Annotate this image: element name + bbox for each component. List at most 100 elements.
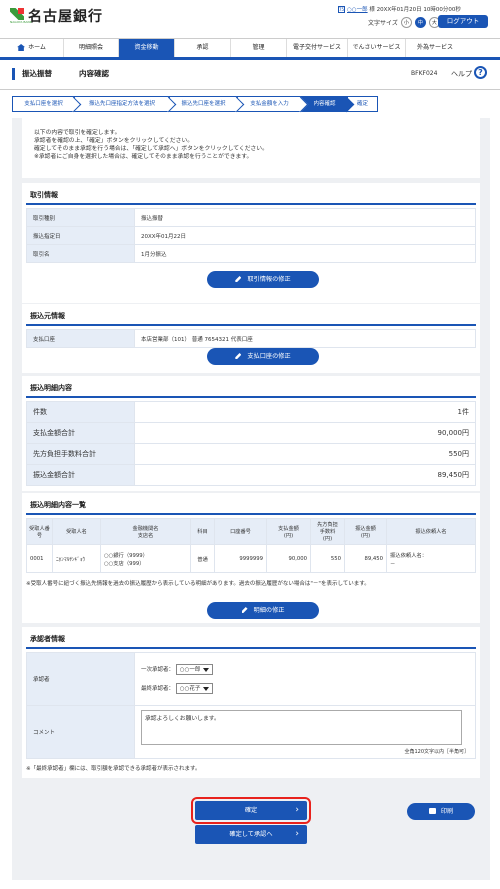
table-row: 0001 ﾆﾎﾝﾏﾙｻﾝｷﾞｮｳ ○○銀行（9999） ○○支店（999） 普通… bbox=[26, 544, 476, 573]
approver-selects: 一次承認者： ○○一郎 最終承認者： ○○花子 bbox=[134, 652, 476, 706]
section-heading: 承認者情報 bbox=[26, 627, 476, 649]
final-approver-label: 最終承認者： bbox=[141, 686, 175, 692]
table-row: 取引名 1月分振込 bbox=[26, 244, 476, 263]
font-size-small-button[interactable]: 小 bbox=[400, 17, 412, 28]
cell-recipient-no: 0001 bbox=[26, 544, 53, 573]
page-title: 振込振替 bbox=[22, 69, 52, 78]
button-label: 印刷 bbox=[440, 808, 454, 815]
table-row: 件数 1件 bbox=[26, 401, 476, 423]
logout-button[interactable]: ログアウト bbox=[438, 15, 488, 28]
section-heading: 取引情報 bbox=[26, 183, 476, 205]
list-note: ※受取人番号に紐づく振込先情報を過去の振込履歴から表示している明細があります。過… bbox=[26, 581, 370, 587]
approver-section: 承認者情報 承認者 一次承認者： ○○一郎 最終承認者： ○○花子 コメント 承… bbox=[22, 627, 480, 778]
table-row: 取引種別 振込振替 bbox=[26, 208, 476, 227]
main-content: 以下の内容で取引を確定します。 承認者を確認の上、「確定」ボタンをクリックしてく… bbox=[12, 118, 490, 880]
chevron-right-icon: › bbox=[295, 805, 299, 815]
intro-line: 承認者を確認の上、「確定」ボタンをクリックしてください。 bbox=[34, 138, 194, 144]
table-row: コメント 承認よろしくお願いします。 全角120文字以内［半角可］ bbox=[26, 705, 476, 759]
last-login: 20XX年01月20日 10時00分00秒 bbox=[376, 7, 461, 13]
col-header: 科目 bbox=[190, 518, 215, 545]
table-row: 支払金額合計 90,000円 bbox=[26, 422, 476, 444]
col-header: 金融機関名 支店名 bbox=[100, 518, 191, 545]
font-size-label: 文字サイズ bbox=[368, 20, 398, 27]
detail-list-section: 振込明細内容一覧 受取人番号 受取人名 金融機関名 支店名 科目 口座番号 支払… bbox=[22, 493, 480, 623]
print-button[interactable]: 印刷 bbox=[407, 803, 475, 820]
row-label: 振込金額合計 bbox=[26, 464, 135, 486]
comment-textarea[interactable]: 承認よろしくお願いします。 bbox=[141, 709, 462, 745]
row-label: 取引名 bbox=[26, 244, 135, 263]
bank-logo[interactable]: NAGOYA BANK 名古屋銀行 bbox=[10, 6, 103, 26]
user-suffix: 様 bbox=[367, 7, 377, 13]
transaction-section: 取引情報 取引種別 振込振替 振込指定日 20XX年01月22日 取引名 1月分振込 … bbox=[22, 183, 480, 303]
first-approver-value: ○○一郎 bbox=[179, 667, 201, 673]
chevron-right-icon: › bbox=[295, 829, 299, 839]
nav-approval[interactable]: 承認 bbox=[175, 39, 231, 57]
cell-fee: 550 bbox=[310, 544, 345, 573]
bank-logo-icon: NAGOYA BANK bbox=[10, 8, 32, 24]
col-header: 受取人名 bbox=[52, 518, 101, 545]
pencil-icon bbox=[235, 353, 242, 359]
first-approver-select[interactable]: ○○一郎 bbox=[175, 664, 214, 675]
row-label: 振込指定日 bbox=[26, 226, 135, 245]
nav-fund-transfer[interactable]: 資金移動 bbox=[119, 39, 175, 57]
row-value: 1件 bbox=[134, 401, 476, 423]
col-header: 先方負担 手数料 (円) bbox=[310, 518, 345, 545]
header: NAGOYA BANK 名古屋銀行 75 ○○一郎 様 20XX年01月20日 1… bbox=[0, 0, 500, 38]
edit-source-button[interactable]: 支払口座の修正 bbox=[207, 348, 319, 365]
cell-bank: ○○銀行（9999） ○○支店（999） bbox=[100, 544, 191, 573]
nav-home-label: ホーム bbox=[28, 44, 46, 51]
edit-transaction-button[interactable]: 取引情報の修正 bbox=[207, 271, 319, 288]
row-value: 本店営業部（101） 普通 7654321 代表口座 bbox=[134, 329, 476, 348]
nav-statements[interactable]: 明細照会 bbox=[64, 39, 119, 57]
page-title-bar: 振込振替 内容確認 BFKF024 ヘルプ ? bbox=[0, 60, 500, 90]
chevron-down-icon bbox=[203, 686, 210, 691]
nav-management[interactable]: 管理 bbox=[231, 39, 287, 57]
user-name[interactable]: ○○一郎 bbox=[347, 7, 368, 13]
row-value: 振込振替 bbox=[134, 208, 476, 227]
row-label: コメント bbox=[26, 705, 135, 759]
col-header: 振込金額 (円) bbox=[344, 518, 387, 545]
cell-requester: 振込依頼人名： － bbox=[386, 544, 476, 573]
row-label: 承認者 bbox=[26, 652, 135, 706]
comment-limit: 全角120文字以内［半角可］ bbox=[404, 748, 469, 755]
nav-e-delivery[interactable]: 電子交付サービス bbox=[287, 39, 348, 57]
table-header-row: 受取人番号 受取人名 金融機関名 支店名 科目 口座番号 支払金額 (円) 先方… bbox=[26, 518, 476, 545]
intro-text: 以下の内容で取引を確定します。 承認者を確認の上、「確定」ボタンをクリックしてく… bbox=[34, 129, 268, 161]
button-label: 支払口座の修正 bbox=[247, 353, 291, 360]
row-label: 支払口座 bbox=[26, 329, 135, 348]
final-approver-select[interactable]: ○○花子 bbox=[175, 683, 214, 694]
row-label: 先方負担手数料合計 bbox=[26, 443, 135, 465]
home-icon bbox=[17, 44, 26, 51]
step-3: 振込先口座を選択 bbox=[169, 96, 237, 112]
cell-payment: 90,000 bbox=[266, 544, 311, 573]
confirm-and-approve-button[interactable]: 確定して承認へ › bbox=[195, 825, 307, 844]
button-label: 取引情報の修正 bbox=[247, 276, 291, 283]
button-label: 確定して承認へ bbox=[229, 831, 273, 838]
font-size-medium-button[interactable]: 中 bbox=[414, 17, 426, 28]
detail-section: 振込明細内容 件数 1件 支払金額合計 90,000円 先方負担手数料合計 550円 … bbox=[22, 376, 480, 491]
col-header: 受取人番号 bbox=[26, 518, 53, 545]
row-value: 550円 bbox=[134, 443, 476, 465]
intro-line: 以下の内容で取引を確定します。 bbox=[34, 130, 121, 136]
cell-account-no: 9999999 bbox=[214, 544, 267, 573]
nav-densai[interactable]: でんさいサービス bbox=[348, 39, 406, 57]
detail-table: 件数 1件 支払金額合計 90,000円 先方負担手数料合計 550円 振込金額合計 8… bbox=[26, 401, 476, 486]
row-value: 89,450円 bbox=[134, 464, 476, 486]
first-approver-label: 一次承認者： bbox=[141, 667, 175, 673]
help-link[interactable]: ヘルプ bbox=[451, 69, 472, 79]
confirm-button[interactable]: 確定 › bbox=[191, 797, 311, 824]
edit-detail-button[interactable]: 明細の修正 bbox=[207, 602, 319, 619]
nav-forex[interactable]: 外為サービス bbox=[406, 39, 464, 57]
table-row: 承認者 一次承認者： ○○一郎 最終承認者： ○○花子 bbox=[26, 652, 476, 706]
font-size-control: 文字サイズ 小 中 大 bbox=[368, 17, 440, 28]
page-subtitle: 内容確認 bbox=[79, 69, 109, 78]
row-label: 支払金額合計 bbox=[26, 422, 135, 444]
bank-name: 名古屋銀行 bbox=[28, 9, 103, 25]
section-heading: 振込元情報 bbox=[26, 304, 476, 326]
main-nav: ホーム 明細照会 資金移動 承認 管理 電子交付サービス でんさいサービス 外為… bbox=[0, 38, 500, 60]
table-row: 支払口座 本店営業部（101） 普通 7654321 代表口座 bbox=[26, 329, 476, 348]
help-icon[interactable]: ? bbox=[474, 66, 487, 79]
table-row: 振込金額合計 89,450円 bbox=[26, 464, 476, 486]
cell-account-type: 普通 bbox=[190, 544, 215, 573]
nav-home[interactable]: ホーム bbox=[0, 39, 64, 57]
